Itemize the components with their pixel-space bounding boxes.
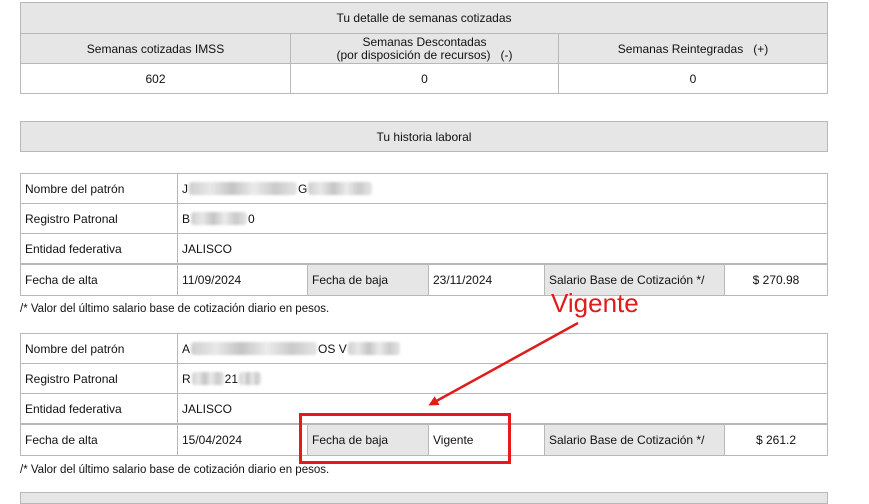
annotation-arrow-icon (428, 321, 579, 406)
